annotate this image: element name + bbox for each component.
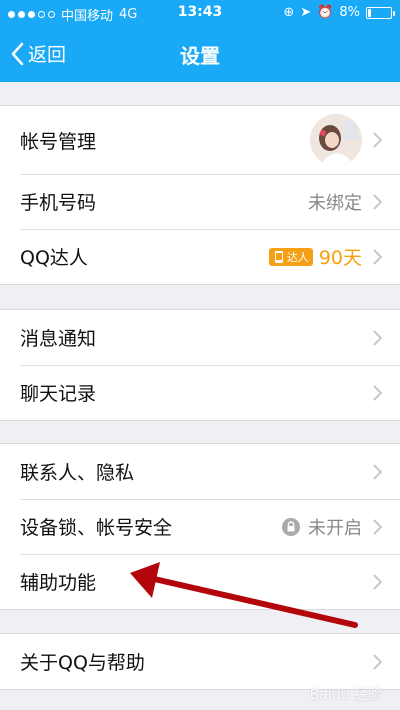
chevron-right-icon: [366, 329, 383, 346]
daren-badge-label: 达人: [286, 250, 309, 264]
settings-item-label: 联系人、隐私: [20, 462, 135, 484]
phone-badge-icon: [274, 250, 283, 263]
battery-icon: [366, 6, 395, 19]
settings-group-account: 帐号管理 手机号码 未绑定 QQ达人 达人 90天: [0, 105, 400, 285]
settings-item-label: QQ达人: [20, 247, 88, 269]
settings-item-label: 设备锁、帐号安全: [20, 517, 173, 539]
settings-item-account-management[interactable]: 帐号管理: [0, 106, 400, 174]
qq-daren-value: 达人 90天: [268, 243, 362, 270]
settings-item-value: 未绑定: [308, 192, 362, 214]
daren-days: 90天: [318, 247, 362, 269]
chevron-right-icon: [366, 384, 383, 401]
status-right: ⊕ ➤ ⏰ 8%: [283, 5, 395, 20]
settings-item-value-wrap: 未开启: [282, 514, 362, 540]
alarm-icon: ⏰: [317, 5, 334, 20]
settings-item-value: 未开启: [308, 517, 362, 539]
baidu-watermark: Baidu 经验: [309, 687, 382, 703]
settings-item-qq-daren[interactable]: QQ达人 达人 90天: [0, 229, 400, 284]
avatar-image: [310, 114, 362, 166]
settings-item-contacts-privacy[interactable]: 联系人、隐私: [0, 444, 400, 499]
settings-item-accessibility[interactable]: 辅助功能: [0, 554, 400, 609]
chevron-right-icon: [366, 193, 383, 210]
settings-item-device-lock-security[interactable]: 设备锁、帐号安全 未开启: [0, 499, 400, 554]
settings-item-label: 手机号码: [20, 192, 97, 214]
chevron-right-icon: [366, 653, 383, 670]
settings-item-label: 消息通知: [20, 328, 97, 350]
chevron-right-icon: [366, 573, 383, 590]
nav-bar: 返回 设置: [0, 26, 400, 82]
settings-item-message-notification[interactable]: 消息通知: [0, 310, 400, 365]
daren-badge: 达人: [268, 247, 313, 266]
settings-item-phone-number[interactable]: 手机号码 未绑定: [0, 174, 400, 229]
settings-item-label: 聊天记录: [20, 383, 97, 405]
settings-group-about: 关于QQ与帮助: [0, 633, 400, 690]
chevron-right-icon: [366, 518, 383, 535]
settings-item-label: 帐号管理: [20, 130, 97, 153]
chevron-right-icon: [366, 248, 383, 265]
settings-item-chat-history[interactable]: 聊天记录: [0, 365, 400, 420]
lock-icon: [282, 517, 300, 536]
settings-item-label: 辅助功能: [20, 572, 97, 594]
battery-percent: 8%: [339, 5, 360, 20]
chevron-right-icon: [366, 463, 383, 480]
settings-group-messages: 消息通知 聊天记录: [0, 309, 400, 421]
rotation-lock-icon: ⊕: [283, 5, 295, 20]
avatar: [310, 114, 362, 166]
settings-item-about-help[interactable]: 关于QQ与帮助: [0, 634, 400, 689]
status-bar: 中国移动 4G 13:43 ⊕ ➤ ⏰ 8%: [0, 0, 400, 26]
page-title: 设置: [180, 44, 220, 68]
settings-group-privacy: 联系人、隐私 设备锁、帐号安全 未开启 辅助功能: [0, 443, 400, 610]
chevron-right-icon: [366, 132, 383, 148]
location-icon: ➤: [300, 5, 312, 20]
settings-item-label: 关于QQ与帮助: [20, 652, 145, 674]
top-bar: 中国移动 4G 13:43 ⊕ ➤ ⏰ 8% 返回 设置: [0, 0, 400, 82]
